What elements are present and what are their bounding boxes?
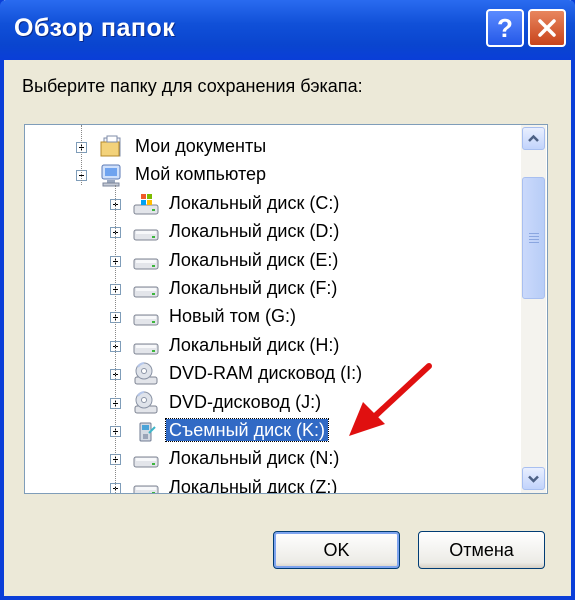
tree-item-label: Локальный диск (N:)	[169, 448, 340, 468]
tree-item-label: DVD-RAM дисковод (I:)	[169, 363, 363, 383]
vertical-scrollbar[interactable]	[521, 125, 546, 493]
dvd-drive-icon	[132, 362, 160, 386]
tree-item-label: Локальный диск (H:)	[169, 335, 340, 355]
folder-tree-viewport: Мои документы Мой компьютер Локальный диск…	[25, 125, 521, 493]
tree-item[interactable]: Локальный диск (C:)	[25, 190, 521, 218]
tree-item[interactable]: Локальный диск (F:)	[25, 275, 521, 303]
annotation-arrow-icon	[349, 363, 432, 436]
tree-item[interactable]: Новый том (G:)	[25, 303, 521, 331]
hard-drive-icon	[132, 277, 160, 301]
tree-item[interactable]: Локальный диск (Z:)	[25, 474, 521, 493]
tree-item[interactable]: Локальный диск (N:)	[25, 445, 521, 473]
chevron-up-icon	[528, 134, 539, 142]
window-title: Обзор папок	[14, 14, 176, 42]
system-drive-icon	[132, 192, 160, 216]
hard-drive-icon	[132, 305, 160, 329]
tree-item-label: Мой компьютер	[135, 164, 267, 184]
hard-drive-icon	[132, 249, 160, 273]
close-button[interactable]	[528, 9, 566, 47]
hard-drive-icon	[132, 220, 160, 244]
tree-item-label: Локальный диск (Z:)	[169, 477, 338, 493]
my-documents-icon	[98, 135, 126, 159]
help-icon: ?	[497, 13, 513, 43]
cancel-button[interactable]: Отмена	[418, 531, 545, 569]
ok-button[interactable]: OK	[273, 531, 400, 569]
tree-item-label: Локальный диск (F:)	[169, 278, 338, 298]
tree-item-label: Съемный диск (K:)	[165, 418, 329, 442]
hard-drive-icon	[132, 334, 160, 358]
hard-drive-icon	[132, 476, 160, 493]
tree-item[interactable]: Локальный диск (E:)	[25, 247, 521, 275]
tree-item[interactable]: Мой компьютер	[25, 161, 521, 189]
tree-item-label: Локальный диск (E:)	[169, 250, 339, 270]
folder-tree[interactable]: Мои документы Мой компьютер Локальный диск…	[24, 124, 548, 494]
my-computer-icon	[98, 163, 126, 187]
removable-drive-icon	[132, 419, 160, 443]
title-bar[interactable]: Обзор папок ?	[0, 0, 575, 60]
tree-item-label: Мои документы	[135, 136, 267, 156]
tree-item[interactable]: Съемный диск (K:)	[25, 417, 521, 445]
tree-item-label: Новый том (G:)	[169, 306, 296, 326]
scroll-up-button[interactable]	[522, 127, 545, 150]
scroll-down-button[interactable]	[522, 467, 545, 490]
tree-item[interactable]: Локальный диск (D:)	[25, 218, 521, 246]
dvd-drive-icon	[132, 391, 160, 415]
help-button[interactable]: ?	[486, 9, 524, 47]
tree-item[interactable]: DVD-дисковод (J:)	[25, 389, 521, 417]
tree-item[interactable]: Локальный диск (H:)	[25, 332, 521, 360]
tree-item-label: Локальный диск (C:)	[169, 193, 340, 213]
tree-item[interactable]: Мои документы	[25, 133, 521, 161]
tree-item[interactable]: DVD-RAM дисковод (I:)	[25, 360, 521, 388]
scroll-thumb[interactable]	[522, 177, 545, 299]
chevron-down-icon	[528, 475, 539, 483]
tree-item-label: Локальный диск (D:)	[169, 221, 340, 241]
tree-item-label: DVD-дисковод (J:)	[169, 392, 322, 412]
close-icon	[538, 19, 556, 37]
prompt-text: Выберите папку для сохранения бэкапа:	[22, 76, 363, 96]
hard-drive-icon	[132, 447, 160, 471]
